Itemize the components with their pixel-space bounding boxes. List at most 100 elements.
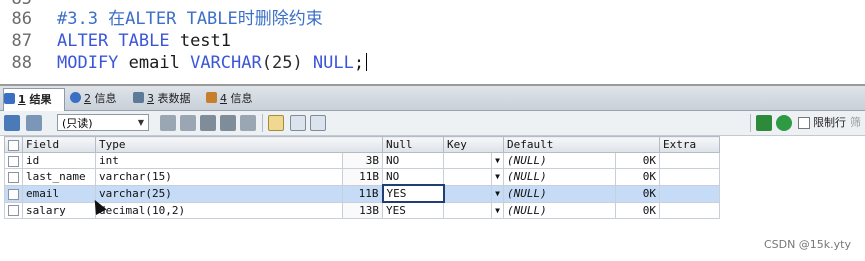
cancel-icon[interactable] — [240, 115, 256, 131]
tab-label: 表数据 — [157, 92, 191, 105]
chevron-down-icon[interactable]: ▼ — [491, 152, 504, 169]
table-row-selected[interactable]: email varchar(25) 11B YES ▼ (NULL) 0K — [4, 184, 720, 203]
column-header[interactable]: Type — [95, 136, 383, 153]
tab-table-data[interactable]: 3 表数据 — [133, 88, 199, 110]
cell-type[interactable]: varchar(25) — [95, 184, 343, 203]
refresh-icon[interactable] — [180, 115, 196, 131]
cell-default[interactable]: (NULL) — [503, 201, 616, 219]
grid-view-icon[interactable] — [268, 115, 284, 131]
line-number: 87 — [11, 31, 32, 51]
cell-size: 13B — [342, 201, 383, 219]
cell-field[interactable]: last_name — [22, 168, 96, 186]
sql-statement: ALTER TABLE test1 — [57, 30, 231, 52]
sql-keyword: VARCHAR — [190, 53, 262, 73]
editor-line: 87 ALTER TABLE test1 — [0, 30, 865, 52]
mode-select-value: (只读) — [62, 117, 93, 130]
editor-line: 88 MODIFY email VARCHAR(25) NULL; — [0, 52, 865, 74]
cell-size: 0K — [615, 201, 660, 219]
mode-select[interactable]: (只读) ▼ — [57, 114, 149, 131]
cell-size: 11B — [342, 168, 383, 186]
sql-argument: (25) — [261, 53, 313, 73]
column-header[interactable]: Extra — [659, 136, 720, 153]
editor-line: 86 #3.3 在ALTER TABLE时删除约束 — [0, 8, 865, 30]
row-checkbox[interactable] — [4, 201, 23, 219]
cell-size: 11B — [342, 184, 383, 203]
cell-null[interactable]: NO — [382, 152, 444, 169]
limit-rows-label: 限制行 — [813, 116, 846, 129]
sql-statement: MODIFY email VARCHAR(25) NULL; — [57, 52, 368, 74]
form-view-icon[interactable] — [290, 115, 306, 131]
result-tabs: 1 结果 2 信息 3 表数据 4 信息 — [0, 86, 865, 111]
table-data-icon — [133, 92, 144, 103]
cell-null[interactable]: NO — [382, 168, 444, 186]
table-row[interactable]: id int 3B NO ▼ (NULL) 0K — [4, 152, 720, 169]
cell-null[interactable]: YES — [382, 201, 444, 219]
row-checkbox[interactable] — [4, 184, 23, 203]
cell-key[interactable] — [443, 152, 492, 169]
tab-info[interactable]: 4 信息 — [206, 88, 262, 110]
sql-comment: #3.3 在ALTER TABLE时删除约束 — [57, 9, 323, 29]
delete-icon[interactable] — [220, 115, 236, 131]
table-row[interactable]: last_name varchar(15) 11B NO ▼ (NULL) 0K — [4, 168, 720, 186]
row-checkbox[interactable] — [4, 152, 23, 169]
cell-default[interactable]: (NULL) — [503, 168, 616, 186]
row-checkbox[interactable] — [4, 168, 23, 186]
view-mode-icon[interactable] — [26, 115, 42, 131]
tab-number: 1 — [18, 93, 26, 106]
line-number: 86 — [11, 9, 32, 29]
column-header[interactable]: Default — [503, 136, 660, 153]
export-icon[interactable] — [4, 115, 20, 131]
sql-editor[interactable]: 85 86 #3.3 在ALTER TABLE时删除约束 87 ALTER TA… — [0, 0, 865, 84]
cell-extra[interactable] — [659, 152, 720, 169]
cell-field[interactable]: id — [22, 152, 96, 169]
cell-field[interactable]: salary — [22, 201, 96, 219]
sql-identifier: test1 — [169, 31, 232, 51]
cell-extra[interactable] — [659, 184, 720, 203]
sql-keyword: ALTER TABLE — [57, 31, 170, 51]
cell-size: 0K — [615, 152, 660, 169]
chevron-down-icon[interactable]: ▼ — [491, 168, 504, 186]
cell-null-editing[interactable]: YES — [381, 184, 445, 203]
cell-default[interactable]: (NULL) — [503, 184, 616, 203]
results-icon — [4, 93, 15, 104]
column-header[interactable]: Key — [443, 136, 504, 153]
line-number: 88 — [11, 53, 32, 73]
cell-extra[interactable] — [659, 201, 720, 219]
filter-icon[interactable] — [756, 115, 772, 131]
cell-size: 0K — [615, 168, 660, 186]
result-toolbar: (只读) ▼ 限制行 筛 — [0, 111, 865, 136]
text-view-icon[interactable] — [310, 115, 326, 131]
chevron-down-icon[interactable]: ▼ — [491, 201, 504, 219]
tab-number: 2 — [84, 92, 91, 105]
filter-label: 筛 — [850, 116, 861, 129]
cell-field[interactable]: email — [22, 184, 96, 203]
cell-extra[interactable] — [659, 168, 720, 186]
cell-size: 3B — [342, 152, 383, 169]
limit-rows-checkbox[interactable] — [798, 117, 810, 129]
toolbar-divider — [750, 114, 751, 132]
save-icon[interactable] — [200, 115, 216, 131]
sql-keyword: NULL — [312, 53, 354, 73]
table-row[interactable]: salary decimal(10,2) 13B YES ▼ (NULL) 0K — [4, 201, 720, 219]
result-grid: Field Type Null Key Default Extra id int… — [4, 136, 720, 219]
tab-messages[interactable]: 2 信息 — [70, 88, 126, 110]
cell-key[interactable] — [443, 184, 492, 203]
column-header[interactable]: Null — [382, 136, 444, 153]
cell-type[interactable]: int — [95, 152, 343, 169]
reset-filter-icon[interactable] — [776, 115, 792, 131]
edit-icon[interactable] — [160, 115, 176, 131]
cell-type[interactable]: varchar(15) — [95, 168, 343, 186]
cell-default[interactable]: (NULL) — [503, 152, 616, 169]
select-all-checkbox[interactable] — [4, 136, 23, 153]
cell-key[interactable] — [443, 168, 492, 186]
tab-results[interactable]: 1 结果 — [3, 88, 65, 111]
info-icon — [70, 92, 81, 103]
cell-type[interactable]: decimal(10,2) — [95, 201, 343, 219]
sql-identifier: email — [118, 53, 191, 73]
tab-label: 信息 — [230, 92, 253, 105]
grid-header-row: Field Type Null Key Default Extra — [4, 136, 720, 153]
chevron-down-icon[interactable]: ▼ — [491, 184, 504, 203]
column-header[interactable]: Field — [22, 136, 96, 153]
cell-key[interactable] — [443, 201, 492, 219]
watermark: CSDN @15k.yty — [763, 238, 851, 251]
